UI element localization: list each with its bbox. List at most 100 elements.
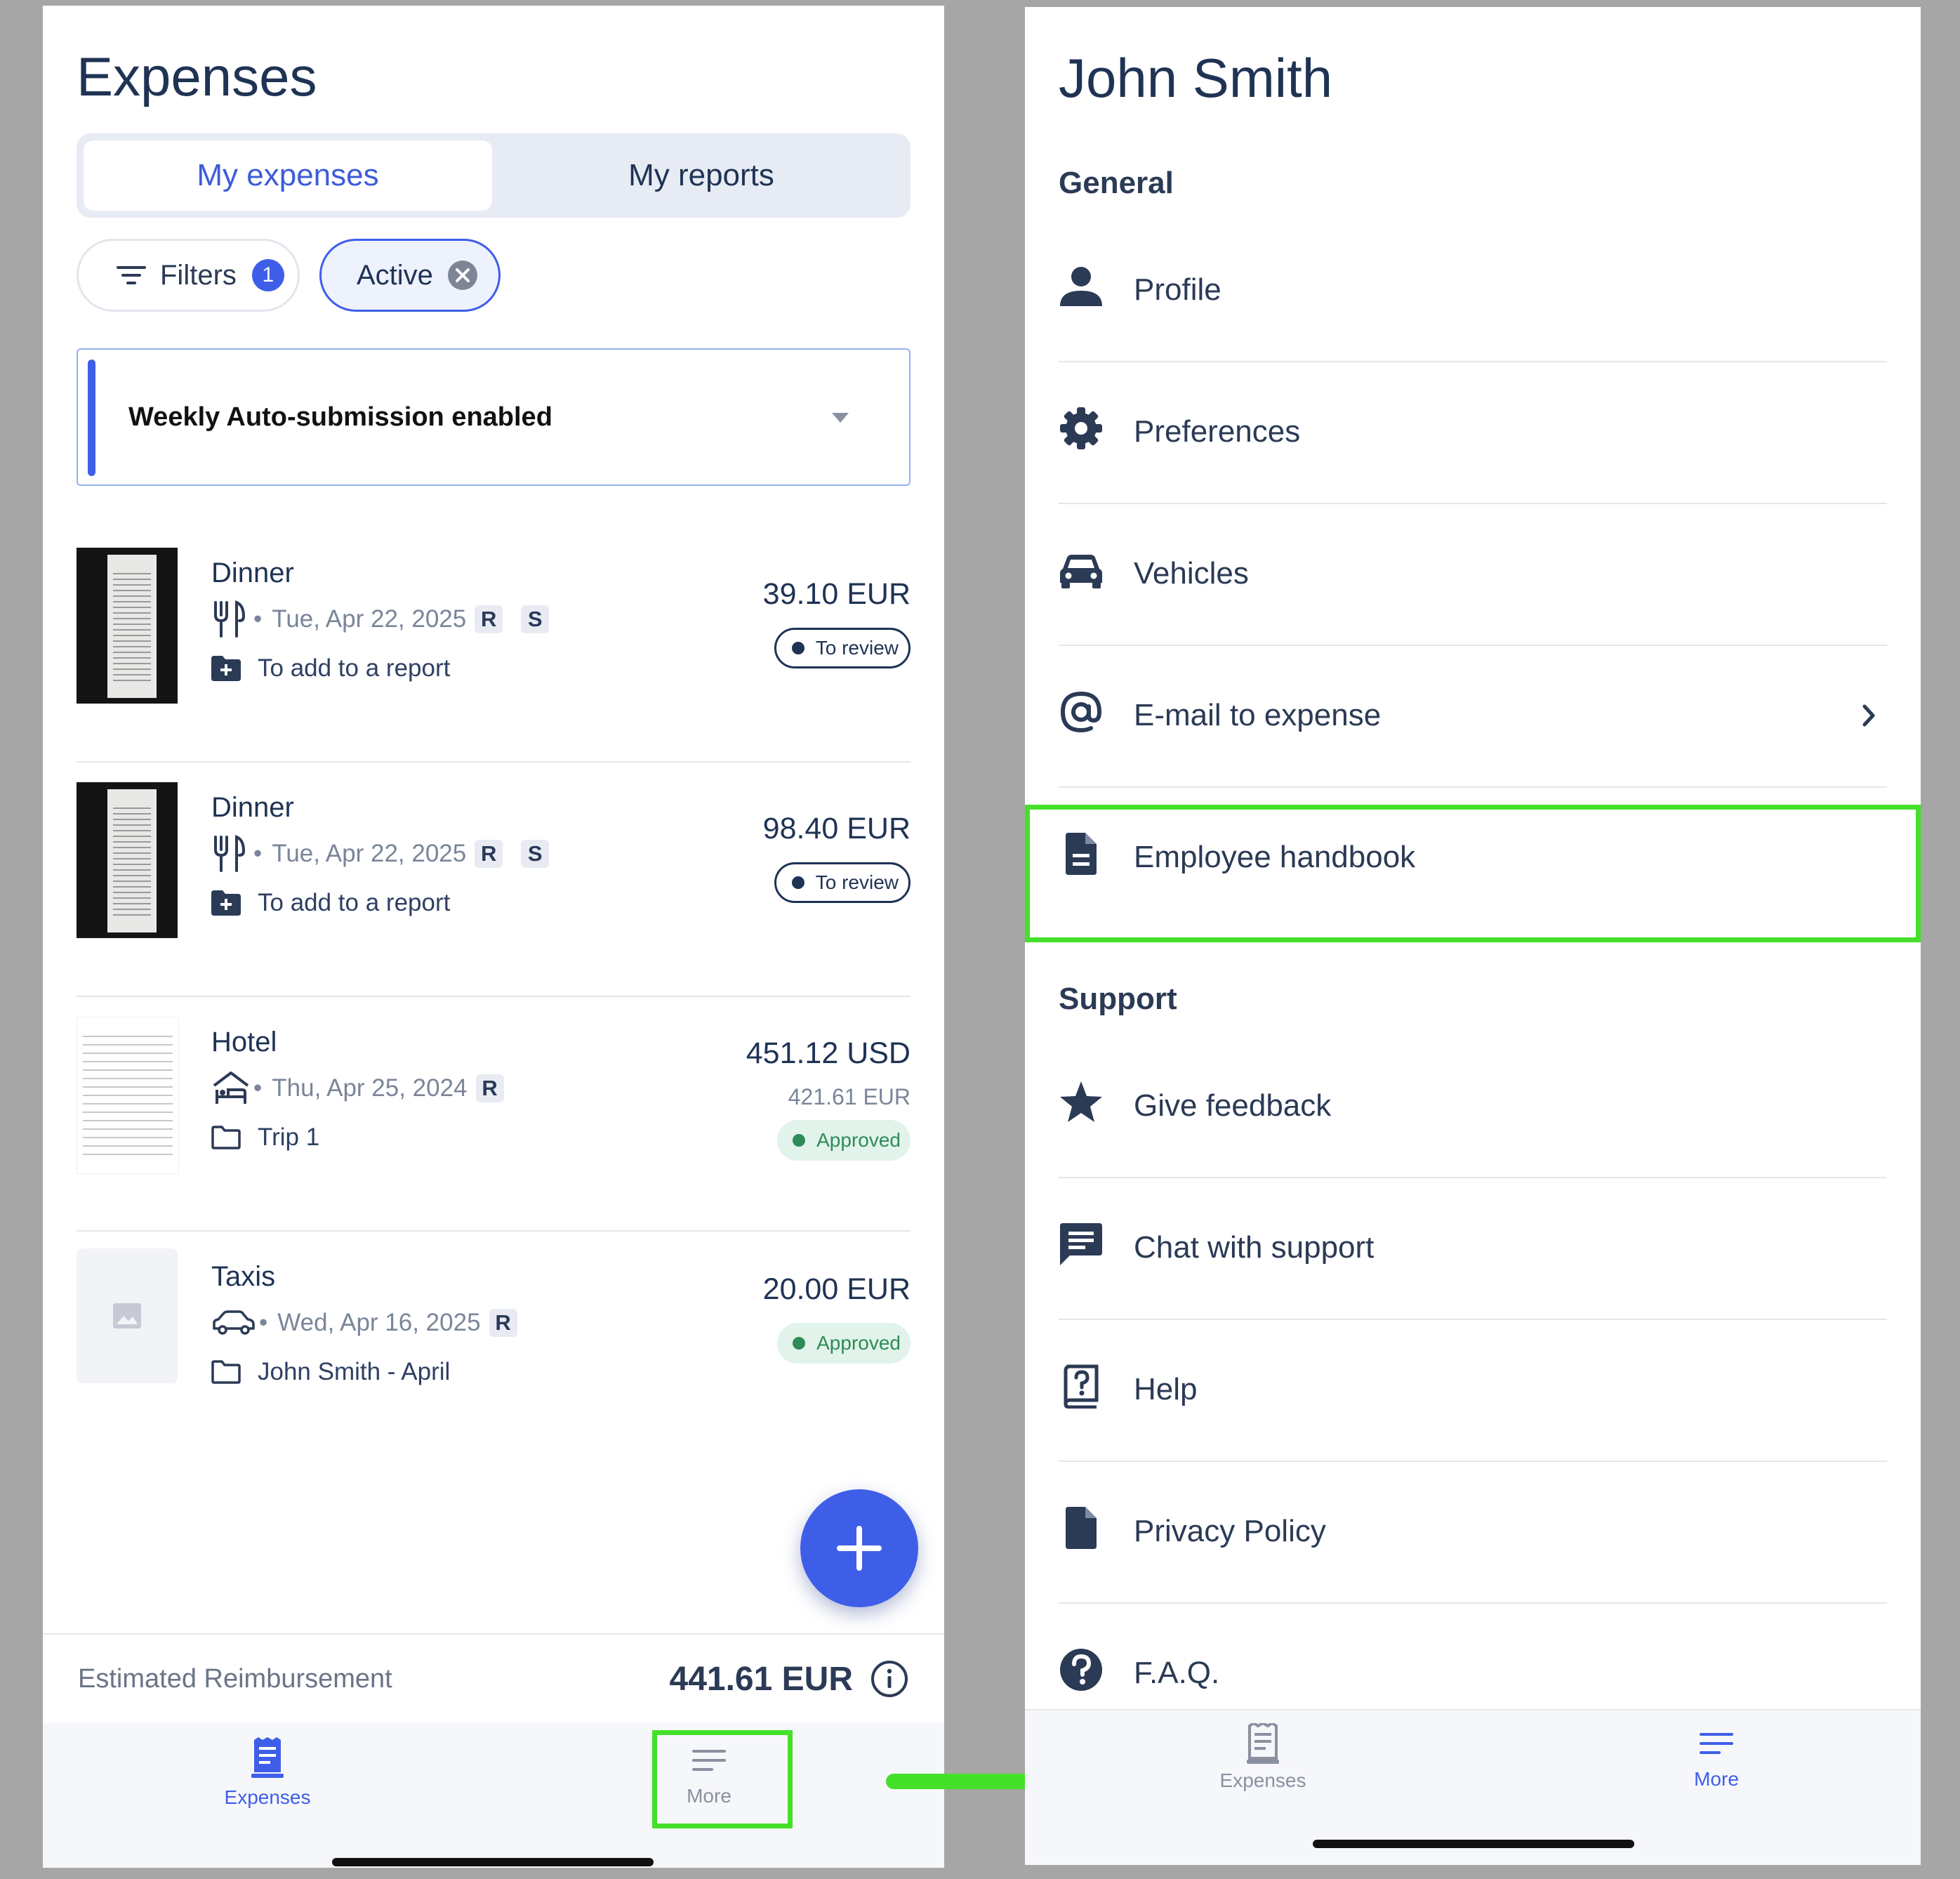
page-title: John Smith	[1059, 47, 1333, 109]
menu-item-label: Chat with support	[1134, 1230, 1375, 1265]
expenses-screen: Expenses My expenses My reports Filters …	[43, 6, 944, 1868]
status-label: Approved	[816, 1129, 901, 1151]
filters-button[interactable]: Filters 1	[77, 239, 300, 312]
separator-dot: •	[253, 605, 263, 633]
home-indicator	[1313, 1840, 1634, 1848]
page: { "expenses_screen": { "title": "Expense…	[0, 0, 1960, 1879]
report-label: John Smith - April	[258, 1358, 451, 1385]
chat-icon	[1060, 1223, 1102, 1265]
close-circle-icon[interactable]	[447, 260, 478, 291]
status-badge: Approved	[777, 1120, 911, 1161]
menu-item-privacy-policy[interactable]: Privacy Policy	[1059, 1461, 1887, 1604]
status-label: To review	[815, 637, 899, 659]
person-icon	[1060, 267, 1102, 306]
status-badge: Approved	[777, 1323, 911, 1364]
menu-item-profile[interactable]: Profile	[1059, 219, 1887, 362]
highlight-box	[1025, 805, 1921, 942]
image-placeholder	[77, 1248, 178, 1383]
expense-meta: • Tue, Apr 22, 2025 R S	[211, 833, 550, 875]
receipt-thumbnail	[77, 782, 178, 938]
expense-title: Taxis	[211, 1261, 276, 1292]
filters-count-badge: 1	[251, 259, 284, 291]
reimbursement-amount: 441.61 EUR	[669, 1660, 854, 1698]
menu-item-help[interactable]: Help	[1059, 1319, 1887, 1462]
reimbursement-label: Estimated Reimbursement	[78, 1663, 392, 1694]
menu-item-label: Vehicles	[1134, 556, 1249, 591]
status-dot	[791, 642, 804, 654]
filters-label: Filters	[160, 259, 237, 291]
status-dot	[793, 1134, 806, 1147]
status-label: Approved	[816, 1332, 901, 1354]
fork-knife-icon	[214, 600, 246, 638]
receipt-icon	[251, 1737, 284, 1778]
menu-item-faq[interactable]: F.A.Q.	[1059, 1602, 1887, 1715]
expense-report-status: To add to a report	[211, 653, 450, 684]
menu-item-email-to-expense[interactable]: E-mail to expense	[1059, 645, 1887, 788]
status-badge: To review	[774, 628, 911, 668]
plus-icon	[837, 1526, 882, 1571]
expense-meta: • Wed, Apr 16, 2025 R	[211, 1302, 517, 1344]
status-dot	[791, 876, 804, 889]
support-section-header: Support	[1059, 982, 1177, 1016]
tab-expenses[interactable]: Expenses	[211, 1737, 324, 1809]
status-label: To review	[815, 871, 899, 893]
menu-item-label: Preferences	[1134, 414, 1301, 449]
menu-item-chat-with-support[interactable]: Chat with support	[1059, 1177, 1887, 1320]
expense-report-status: To add to a report	[211, 888, 450, 918]
gear-icon	[1060, 407, 1102, 449]
receipt-lines	[113, 569, 151, 681]
auto-submission-banner[interactable]: Weekly Auto-submission enabled	[77, 348, 911, 486]
help-book-icon	[1064, 1364, 1099, 1409]
chevron-down-icon[interactable]	[832, 413, 849, 423]
menu-item-preferences[interactable]: Preferences	[1059, 361, 1887, 504]
expense-amount: 98.40 EUR	[762, 812, 911, 845]
bottom-tab-bar: Expenses More	[43, 1723, 944, 1868]
receipt-icon	[1247, 1723, 1279, 1764]
split-tag: S	[521, 605, 550, 633]
menu-icon	[1700, 1733, 1733, 1754]
tab-label: Expenses	[1219, 1769, 1306, 1791]
tab-my-expenses[interactable]: My expenses	[84, 140, 492, 211]
report-label: To add to a report	[258, 654, 451, 682]
expense-row[interactable]: Hotel • Thu, Apr 25, 2024 R Trip 1 451.1…	[77, 996, 911, 1232]
expense-title: Dinner	[211, 792, 294, 823]
receipt-tag: R	[475, 1074, 504, 1102]
expense-amount: 39.10 EUR	[762, 577, 911, 611]
expense-date: Tue, Apr 22, 2025	[272, 605, 467, 633]
bottom-tab-bar: Expenses More	[1025, 1709, 1921, 1865]
expense-row[interactable]: Dinner • Tue, Apr 22, 2025 R S To add to…	[77, 527, 911, 763]
report-label: To add to a report	[258, 889, 451, 916]
expense-row[interactable]: Taxis • Wed, Apr 16, 2025 R John Smith -…	[77, 1230, 911, 1465]
car-icon	[213, 1310, 255, 1335]
active-filter-chip[interactable]: Active	[319, 239, 501, 312]
menu-item-label: Profile	[1134, 272, 1221, 307]
receipt-tag: R	[475, 605, 503, 633]
expense-title: Dinner	[211, 558, 294, 588]
question-circle-icon	[1060, 1649, 1102, 1691]
banner-accent-bar	[88, 360, 95, 476]
converted-amount: 421.61 EUR	[788, 1084, 911, 1109]
expense-row[interactable]: Dinner • Tue, Apr 22, 2025 R S To add to…	[77, 761, 911, 997]
folder-icon	[211, 1360, 241, 1384]
highlight-box	[652, 1730, 793, 1828]
tab-my-reports[interactable]: My reports	[499, 140, 903, 211]
active-chip-label: Active	[357, 259, 433, 291]
expense-report-status: John Smith - April	[211, 1357, 450, 1387]
fork-knife-icon	[214, 835, 246, 872]
expense-report-status: Trip 1	[211, 1122, 319, 1153]
separator-dot: •	[253, 1074, 263, 1102]
general-section-header: General	[1059, 166, 1174, 200]
separator-dot: •	[259, 1309, 268, 1336]
menu-item-give-feedback[interactable]: Give feedback	[1059, 1035, 1887, 1178]
banner-text: Weekly Auto-submission enabled	[128, 402, 552, 432]
add-expense-button[interactable]	[800, 1489, 918, 1607]
expense-date: Thu, Apr 25, 2024	[272, 1074, 468, 1102]
tab-more[interactable]: More	[1664, 1732, 1769, 1791]
receipt-lines	[113, 803, 151, 916]
expense-amount: 20.00 EUR	[762, 1272, 911, 1306]
tab-expenses[interactable]: Expenses	[1207, 1723, 1319, 1792]
info-icon[interactable]	[870, 1660, 908, 1698]
tab-label: Expenses	[224, 1786, 311, 1808]
menu-item-vehicles[interactable]: Vehicles	[1059, 503, 1887, 646]
more-screen: John Smith General Profile Preferences V…	[1025, 7, 1921, 1865]
